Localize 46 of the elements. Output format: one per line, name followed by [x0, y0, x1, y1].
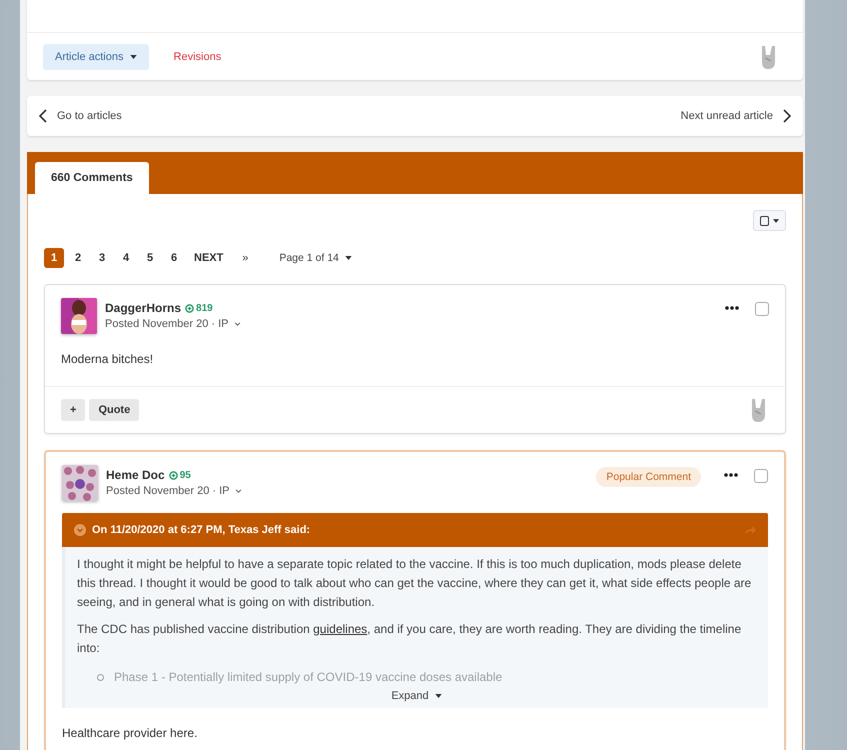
quote-paragraph: I thought it might be helpful to have a separate topic related to the vaccine. If this is too much duplication, mods please delete this thread. I thought it would be good to talk about who can get the vaccine, where they can get it, what side effects people are seeing, and in general what is going on with distribution.: [77, 556, 752, 611]
back-link[interactable]: Go to articles: [39, 109, 122, 123]
next-link[interactable]: Next unread article: [680, 109, 791, 123]
chevron-down-icon: [234, 322, 242, 326]
chevron-down-icon: [235, 489, 242, 494]
page-menu[interactable]: Page 1 of 14: [279, 252, 352, 264]
quote-header: On 11/20/2020 at 6:27 PM, Texas Jeff said:: [92, 524, 310, 536]
comment-text: Moderna bitches!: [60, 351, 154, 368]
caret-icon: [434, 694, 442, 698]
chevron-left-icon: [39, 109, 47, 123]
caret-icon: [344, 256, 352, 260]
quote-paragraph: The CDC has published vaccine distribution guidelines, and if you care, they are worth reading. They are dividing the timeline into:: [77, 621, 742, 657]
share-icon[interactable]: [744, 525, 756, 535]
last-page-link[interactable]: »: [235, 248, 256, 268]
popular-comment-label: Popular Comment: [596, 467, 701, 487]
chevron-right-icon: [783, 109, 791, 123]
select-checkbox[interactable]: [755, 302, 769, 316]
guidelines-link[interactable]: guidelines: [313, 622, 368, 636]
next-page-link[interactable]: NEXT: [190, 248, 228, 268]
page-link[interactable]: 6: [164, 248, 184, 268]
more-options-icon[interactable]: [725, 306, 739, 310]
caret-icon: [772, 218, 779, 222]
collapse-icon[interactable]: [74, 524, 86, 536]
faded-list-item: Phase 1 - Potentially limited supply of COVID-19 vaccine doses available: [97, 670, 756, 684]
comments-tab[interactable]: 660 Comments: [35, 162, 149, 194]
more-options-icon[interactable]: [724, 473, 738, 477]
author-name[interactable]: DaggerHorns: [105, 301, 182, 315]
page-link[interactable]: 4: [116, 248, 136, 268]
revisions-link[interactable]: Revisions: [174, 50, 222, 62]
page-link[interactable]: 3: [92, 248, 112, 268]
select-menu-button[interactable]: [753, 210, 786, 231]
reputation-badge: 819: [185, 302, 213, 314]
article-actions-button[interactable]: Article actions: [43, 44, 149, 70]
author-name[interactable]: Heme Doc: [106, 468, 165, 482]
expand-button[interactable]: Expand: [391, 690, 442, 702]
page-link[interactable]: 1: [44, 248, 64, 268]
add-button[interactable]: +: [61, 399, 86, 421]
comment-text: Healthcare provider here.: [61, 725, 198, 742]
posted-date[interactable]: Posted November 20 · IP: [105, 318, 242, 330]
select-checkbox[interactable]: [754, 469, 768, 483]
page-link[interactable]: 5: [140, 248, 160, 268]
page-link[interactable]: 2: [68, 248, 88, 268]
quote-button[interactable]: Quote: [89, 399, 140, 421]
reputation-badge: 95: [168, 470, 191, 480]
caret-icon: [130, 54, 137, 59]
posted-date[interactable]: Posted November 20 · IP: [106, 485, 242, 497]
